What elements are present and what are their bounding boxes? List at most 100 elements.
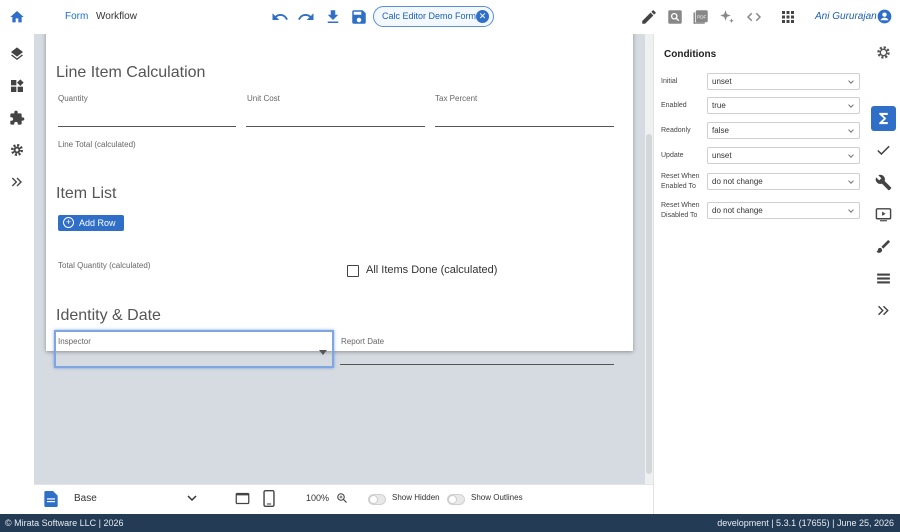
version-text: development | 5.3.1 (17655) | June 25, 2… bbox=[717, 518, 894, 528]
wrench-icon[interactable] bbox=[875, 174, 892, 191]
mobile-view-icon[interactable] bbox=[263, 490, 275, 507]
top-toolbar: Form Workflow Calc Editor Demo Form ✕ PD… bbox=[0, 0, 900, 34]
account-icon[interactable] bbox=[877, 9, 892, 24]
desktop-view-icon[interactable] bbox=[235, 491, 250, 506]
layers-icon[interactable] bbox=[9, 46, 25, 62]
section-title: Line Item Calculation bbox=[56, 64, 206, 81]
all-items-done-checkbox[interactable] bbox=[347, 265, 359, 277]
settings-icon[interactable] bbox=[9, 142, 25, 158]
left-sidebar bbox=[0, 34, 34, 514]
readonly-label: Readonly bbox=[661, 127, 691, 134]
reset-enabled-value: do not change bbox=[712, 177, 763, 186]
show-outlines-label: Show Outlines bbox=[471, 493, 523, 502]
initial-label: Initial bbox=[661, 78, 678, 85]
video-icon[interactable] bbox=[875, 206, 892, 223]
scroll-thumb[interactable] bbox=[646, 134, 652, 474]
line-total-label: Line Total (calculated) bbox=[58, 140, 136, 149]
form-canvas: Line Item Calculation Quantity Unit Cost… bbox=[34, 34, 653, 484]
show-hidden-toggle[interactable] bbox=[368, 494, 386, 505]
close-icon[interactable]: ✕ bbox=[476, 10, 489, 23]
show-hidden-label: Show Hidden bbox=[392, 493, 440, 502]
report-date-label: Report Date bbox=[341, 337, 385, 346]
readonly-value: false bbox=[712, 126, 729, 135]
toggle-knob bbox=[448, 495, 457, 504]
sigma-icon[interactable] bbox=[875, 110, 892, 127]
update-value: unset bbox=[712, 151, 732, 160]
save-icon[interactable] bbox=[350, 8, 368, 26]
tab-form[interactable]: Form bbox=[65, 11, 88, 22]
unit-cost-field[interactable] bbox=[246, 126, 425, 127]
tax-percent-label: Tax Percent bbox=[435, 94, 478, 103]
section-title: Identity & Date bbox=[56, 307, 161, 324]
redo-icon[interactable] bbox=[297, 8, 315, 26]
reset-disabled-label: Reset When Disabled To bbox=[661, 202, 700, 219]
zoom-icon[interactable] bbox=[336, 492, 348, 504]
list-icon[interactable] bbox=[875, 270, 892, 287]
readonly-select[interactable]: false bbox=[707, 122, 860, 139]
expand-icon[interactable] bbox=[9, 174, 25, 190]
initial-value: unset bbox=[712, 77, 732, 86]
chevron-down-icon bbox=[848, 152, 854, 158]
document-icon bbox=[44, 491, 58, 507]
add-circle-icon: + bbox=[63, 217, 74, 228]
pdf-icon[interactable]: PDF bbox=[692, 8, 710, 26]
reset-disabled-value: do not change bbox=[712, 206, 763, 215]
expand-icon[interactable] bbox=[875, 302, 892, 319]
enabled-value: true bbox=[712, 101, 726, 110]
chevron-down-icon[interactable] bbox=[187, 493, 197, 503]
bottom-toolbar: Base 100% Show Hidden Show Outlines bbox=[34, 484, 653, 514]
code-icon[interactable] bbox=[745, 8, 763, 26]
sparkle-icon[interactable] bbox=[718, 8, 736, 26]
home-icon[interactable] bbox=[9, 9, 25, 25]
apps-grid-icon[interactable] bbox=[779, 8, 797, 26]
widgets-icon[interactable] bbox=[9, 78, 25, 94]
extension-icon[interactable] bbox=[9, 110, 25, 126]
canvas-scrollbar[interactable] bbox=[645, 34, 653, 484]
initial-select[interactable]: unset bbox=[707, 73, 860, 90]
reset-enabled-select[interactable]: do not change bbox=[707, 173, 860, 190]
quantity-label: Quantity bbox=[58, 94, 88, 103]
zoom-level: 100% bbox=[306, 493, 330, 503]
edit-icon[interactable] bbox=[640, 8, 658, 26]
reset-enabled-label: Reset When Enabled To bbox=[661, 173, 700, 190]
toggle-knob bbox=[369, 495, 378, 504]
unit-cost-label: Unit Cost bbox=[247, 94, 280, 103]
status-footer: © Mirata Software LLC | 2026 development… bbox=[0, 514, 900, 532]
form-name-chip[interactable]: Calc Editor Demo Form ✕ bbox=[373, 6, 494, 27]
update-label: Update bbox=[661, 152, 684, 159]
total-quantity-label: Total Quantity (calculated) bbox=[58, 261, 151, 270]
section-title: Item List bbox=[56, 185, 117, 202]
check-icon[interactable] bbox=[875, 142, 892, 159]
enabled-select[interactable]: true bbox=[707, 97, 860, 114]
brush-icon[interactable] bbox=[875, 238, 892, 255]
panel-title: Conditions bbox=[664, 49, 717, 60]
show-outlines-toggle[interactable] bbox=[447, 494, 465, 505]
form-page: Line Item Calculation Quantity Unit Cost… bbox=[46, 34, 633, 368]
reset-disabled-select[interactable]: do not change bbox=[707, 202, 860, 219]
chevron-down-icon bbox=[848, 102, 854, 108]
tax-percent-field[interactable] bbox=[435, 126, 614, 127]
page-select-value[interactable]: Base bbox=[74, 493, 97, 504]
chevron-down-icon[interactable] bbox=[319, 350, 327, 355]
copyright-text: © Mirata Software LLC | 2026 bbox=[5, 518, 124, 528]
inspector-select[interactable] bbox=[54, 330, 334, 368]
user-name[interactable]: Ani Gururajan bbox=[815, 11, 877, 22]
add-row-label: Add Row bbox=[79, 218, 116, 228]
add-row-button[interactable]: + Add Row bbox=[58, 215, 124, 231]
enabled-label: Enabled bbox=[661, 102, 687, 109]
chevron-down-icon bbox=[848, 207, 854, 213]
report-date-field[interactable] bbox=[340, 364, 614, 365]
settings-icon[interactable] bbox=[875, 44, 892, 61]
download-icon[interactable] bbox=[324, 8, 342, 26]
conditions-panel: Conditions Initial unset Enabled true Re… bbox=[653, 34, 868, 514]
all-items-done-label: All Items Done (calculated) bbox=[366, 264, 498, 276]
right-sidebar bbox=[868, 34, 900, 514]
inspector-label: Inspector bbox=[58, 337, 91, 346]
undo-icon[interactable] bbox=[271, 8, 289, 26]
preview-icon[interactable] bbox=[666, 8, 684, 26]
update-select[interactable]: unset bbox=[707, 147, 860, 164]
tab-workflow[interactable]: Workflow bbox=[96, 11, 137, 22]
chevron-down-icon bbox=[848, 78, 854, 84]
svg-text:PDF: PDF bbox=[697, 15, 706, 20]
quantity-field[interactable] bbox=[58, 126, 236, 127]
